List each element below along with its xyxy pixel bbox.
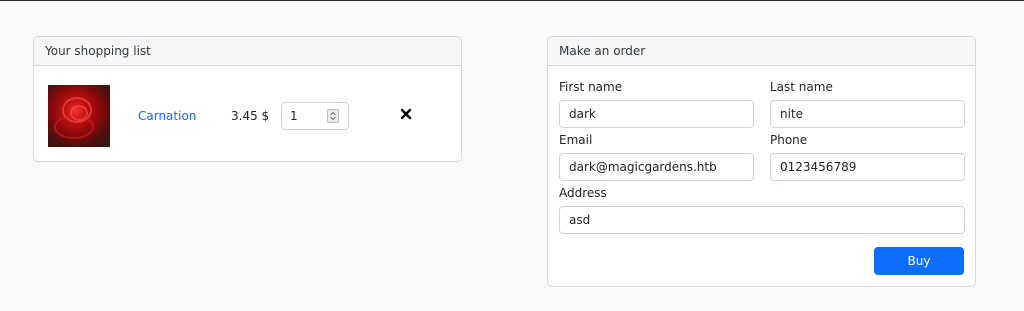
quantity-stepper[interactable] [327,109,339,123]
shopping-list-title: Your shopping list [34,37,461,66]
phone-label: Phone [770,133,808,147]
address-label: Address [559,186,607,200]
first-name-field[interactable] [559,100,754,128]
buy-button[interactable]: Buy [874,247,964,275]
order-form-title: Make an order [548,37,975,66]
close-icon[interactable] [400,108,412,120]
last-name-field[interactable] [770,100,965,128]
product-image [48,85,110,147]
shopping-list-card: Your shopping list Carnation 3.45 $ [33,36,462,162]
last-name-label: Last name [770,80,833,94]
product-price: 3.45 $ [231,109,270,123]
phone-field[interactable] [770,153,965,181]
email-label: Email [559,133,593,147]
first-name-label: First name [559,80,623,94]
address-field[interactable] [559,206,965,234]
product-name-link[interactable]: Carnation [138,109,196,123]
cart-item-row: Carnation 3.45 $ [34,66,461,161]
order-form-card: Make an order First name Last name Email… [547,36,976,287]
email-field[interactable] [559,153,754,181]
